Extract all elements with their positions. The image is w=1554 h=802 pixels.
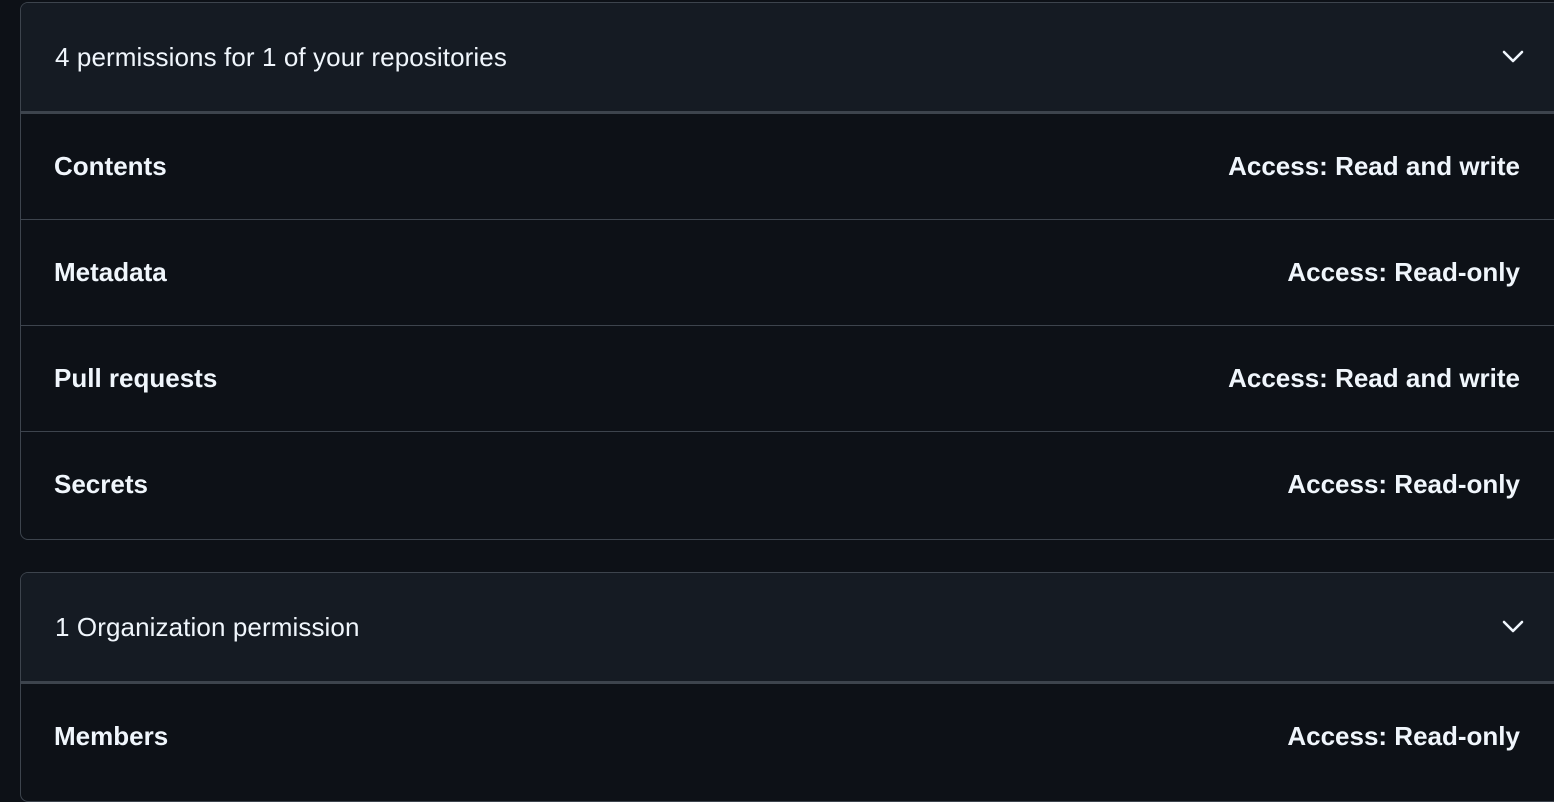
permission-access: Access: Read and write <box>1228 151 1520 181</box>
repository-permissions-title: 4 permissions for 1 of your repositories <box>55 41 507 72</box>
permission-access: Access: Read-only <box>1287 469 1520 499</box>
permission-row-members: Members Access: Read-only <box>21 684 1554 789</box>
repository-permissions-header[interactable]: 4 permissions for 1 of your repositories <box>21 3 1554 114</box>
permission-row-secrets: Secrets Access: Read-only <box>21 431 1554 537</box>
permission-name: Secrets <box>54 469 148 499</box>
permission-name: Metadata <box>54 257 167 287</box>
permission-row-contents: Contents Access: Read and write <box>21 114 1554 219</box>
organization-permissions-section: 1 Organization permission Members Access… <box>20 572 1554 802</box>
repository-permissions-section: 4 permissions for 1 of your repositories… <box>20 2 1554 540</box>
permission-access: Access: Read-only <box>1287 257 1520 287</box>
chevron-down-icon[interactable] <box>1501 615 1525 639</box>
permission-access: Access: Read and write <box>1228 363 1520 393</box>
chevron-down-icon[interactable] <box>1501 45 1525 69</box>
permission-row-metadata: Metadata Access: Read-only <box>21 219 1554 325</box>
permission-access: Access: Read-only <box>1287 721 1520 751</box>
organization-permissions-title: 1 Organization permission <box>55 611 360 642</box>
permission-name: Contents <box>54 151 167 181</box>
permission-name: Pull requests <box>54 363 218 393</box>
repository-permissions-list: Contents Access: Read and write Metadata… <box>21 114 1554 537</box>
permission-row-pull-requests: Pull requests Access: Read and write <box>21 325 1554 431</box>
organization-permissions-header[interactable]: 1 Organization permission <box>21 573 1554 684</box>
organization-permissions-list: Members Access: Read-only <box>21 684 1554 789</box>
permission-name: Members <box>54 721 169 751</box>
